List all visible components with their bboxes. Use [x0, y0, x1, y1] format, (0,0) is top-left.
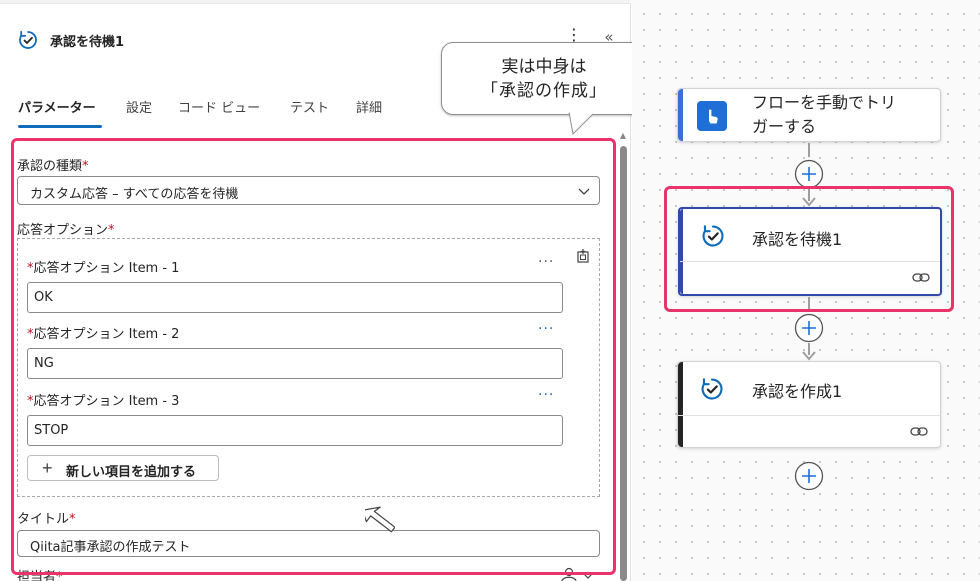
plus-icon: +: [42, 458, 53, 478]
wait-card-title: 承認を待機1: [752, 230, 843, 249]
response-option-input-1[interactable]: OK: [27, 282, 563, 313]
add-new-item-label: 新しい項目を追加する: [66, 464, 197, 479]
response-option-item-label: *応答オプション Item - 2: [27, 323, 179, 342]
title-input[interactable]: Qiita記事承認の作成テスト: [17, 530, 600, 557]
approval-type-value: カスタム応答 – すべての応答を待機: [30, 187, 239, 202]
trigger-card[interactable]: フローを手動でトリ ガーする: [677, 88, 941, 142]
card-accent-bar: [678, 362, 683, 447]
item-more-icon[interactable]: ···: [538, 255, 558, 269]
chevron-down-icon: [578, 188, 590, 195]
hand-touch-icon: [697, 101, 727, 131]
callout-tail: [568, 110, 595, 136]
required-mark: *: [108, 223, 115, 238]
response-option-item-label: *応答オプション Item - 1: [27, 257, 179, 276]
scrollbar-thumb[interactable]: [620, 146, 627, 581]
trigger-title-line1: フローを手動でトリ: [752, 93, 897, 112]
trigger-title-line2: ガーする: [752, 117, 817, 136]
response-option-item-label-text: 応答オプション Item - 3: [33, 394, 180, 409]
item-more-icon[interactable]: ···: [538, 388, 558, 402]
required-mark: *: [82, 159, 89, 174]
tab-parameters[interactable]: パラメーター: [18, 97, 96, 116]
title-label-text: タイトル: [17, 512, 70, 527]
response-option-item-label-text: 応答オプション Item - 1: [33, 261, 180, 276]
approval-icon: [701, 378, 723, 400]
assignee-label-text: 担当者: [17, 570, 57, 581]
create-card-title: 承認を作成1: [752, 382, 843, 401]
tab-test[interactable]: テスト: [290, 97, 329, 116]
connector-arrowhead: [802, 351, 816, 361]
card-accent-bar: [678, 89, 683, 141]
tab-code-view[interactable]: コード ビュー: [178, 97, 260, 116]
add-new-item-button[interactable]: + 新しい項目を追加する: [27, 455, 219, 481]
connector-line: [808, 297, 810, 311]
response-option-input-2[interactable]: NG: [27, 348, 563, 379]
flow-canvas[interactable]: フローを手動でトリ ガーする 承認を待機1 承認を作成1: [632, 0, 980, 581]
approval-type-select[interactable]: カスタム応答 – すべての応答を待機: [17, 176, 600, 205]
required-mark: *: [56, 570, 63, 581]
mouse-cursor-icon: [365, 506, 395, 533]
tab-details[interactable]: 詳細: [356, 97, 382, 116]
add-action-plus-icon[interactable]: [794, 461, 824, 491]
scroll-up-arrow-icon[interactable]: ▲: [618, 131, 628, 141]
panel-top-border: [0, 0, 631, 4]
connector-line: [808, 143, 810, 157]
link-icon: [910, 427, 928, 436]
switch-input-mode-icon[interactable]: [575, 248, 591, 264]
item-more-icon[interactable]: ···: [538, 322, 558, 336]
approval-type-label-text: 承認の種類: [17, 159, 83, 174]
assignee-label: 担当者*: [17, 566, 63, 581]
response-option-input-3[interactable]: STOP: [27, 415, 563, 446]
approval-type-label: 承認の種類*: [17, 155, 89, 174]
active-tab-indicator: [18, 125, 102, 128]
callout-text-line2: 「承認の作成」: [481, 81, 607, 101]
trigger-card-title: フローを手動でトリ ガーする: [752, 91, 896, 139]
callout-text-line1: 実は中身は: [501, 57, 587, 77]
response-option-item-label: *応答オプション Item - 3: [27, 390, 179, 409]
tab-settings[interactable]: 設定: [126, 97, 152, 116]
card-divider: [680, 261, 940, 262]
card-accent-bar: [680, 209, 683, 294]
title-label: タイトル*: [17, 508, 76, 527]
wait-approval-card[interactable]: 承認を待機1: [678, 207, 942, 296]
create-approval-card[interactable]: 承認を作成1: [677, 361, 941, 448]
response-option-item-label-text: 応答オプション Item - 2: [33, 327, 180, 342]
add-action-plus-icon[interactable]: [794, 313, 824, 343]
approval-icon: [19, 30, 37, 49]
panel-title: 承認を待機1: [50, 35, 125, 50]
people-picker-icon[interactable]: [560, 566, 594, 581]
approval-icon: [702, 225, 724, 247]
response-options-label: 応答オプション*: [17, 219, 115, 238]
connector-arrowhead: [802, 197, 816, 207]
required-mark: *: [69, 512, 76, 527]
add-action-plus-icon[interactable]: [794, 159, 824, 189]
response-options-label-text: 応答オプション: [17, 223, 109, 238]
link-icon: [912, 273, 930, 282]
card-divider: [678, 415, 940, 416]
